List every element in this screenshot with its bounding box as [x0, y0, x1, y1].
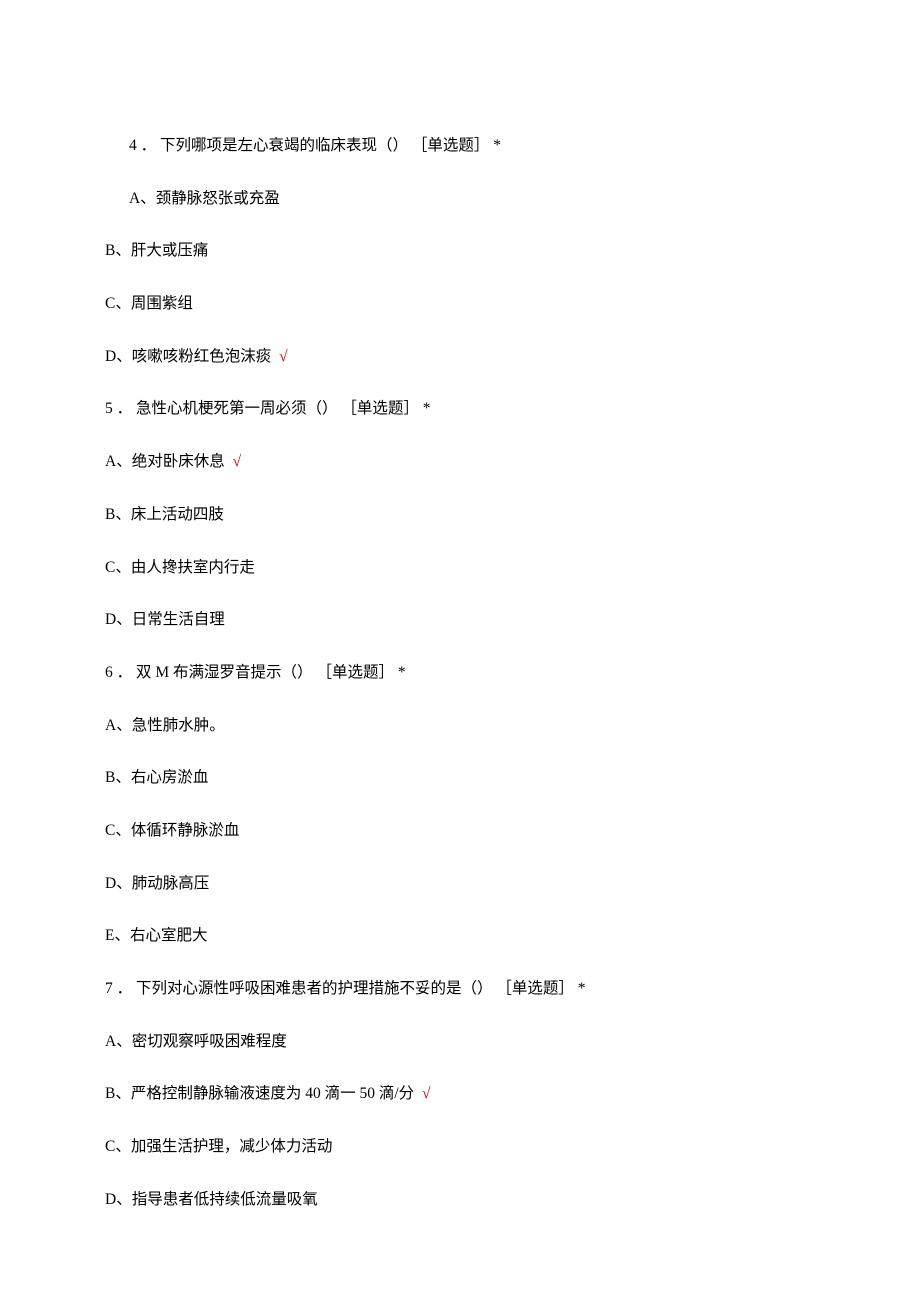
question-type-tag: ［单选题］ [341, 400, 419, 417]
option-6E: E、右心室肥大 [105, 925, 815, 947]
option-6A: A、急性肺水肿。 [105, 715, 815, 737]
option-6D: D、肺动脉高压 [105, 873, 815, 895]
question-type-tag: ［单选题］ [316, 664, 394, 681]
question-number: 4 [129, 137, 137, 154]
question-dot: ． [117, 664, 133, 681]
option-6B: B、右心房淤血 [105, 767, 815, 789]
asterisk: * [398, 664, 406, 681]
option-text: C、加强生活护理，减少体力活动 [105, 1138, 332, 1155]
question-type-tag: ［单选题］ [496, 980, 574, 997]
option-5C: C、由人搀扶室内行走 [105, 557, 815, 579]
question-6-stem: 6 ． 双 M 布满湿罗音提示（） ［单选题］ * [105, 662, 815, 684]
asterisk: * [578, 980, 586, 997]
option-text: B、肝大或压痛 [105, 242, 208, 259]
checkmark-icon: √ [279, 348, 288, 365]
question-text: 下列对心源性呼吸困难患者的护理措施不妥的是（） [136, 980, 493, 997]
question-number: 7 [105, 980, 113, 997]
option-5D: D、日常生活自理 [105, 609, 815, 631]
option-5B: B、床上活动四肢 [105, 504, 815, 526]
option-7D: D、指导患者低持续低流量吸氧 [105, 1189, 815, 1211]
option-text: D、日常生活自理 [105, 611, 225, 628]
checkmark-icon: √ [422, 1085, 431, 1102]
asterisk: * [423, 400, 431, 417]
option-4A: A、颈静脉怒张或充盈 [105, 188, 815, 210]
question-text: 双 M 布满湿罗音提示（） [136, 664, 313, 681]
option-text: A、密切观察呼吸困难程度 [105, 1033, 287, 1050]
asterisk: * [493, 137, 501, 154]
option-text: A、绝对卧床休息 [105, 453, 225, 470]
option-text: A、急性肺水肿。 [105, 717, 225, 734]
option-7B: B、严格控制静脉输液速度为 40 滴一 50 滴/分 √ [105, 1083, 815, 1105]
question-4-stem: 4 ． 下列哪项是左心衰竭的临床表现（） ［单选题］ * [105, 135, 815, 157]
option-text: C、由人搀扶室内行走 [105, 559, 255, 576]
option-4D: D、咳嗽咳粉红色泡沫痰 √ [105, 346, 815, 368]
question-dot: ． [117, 400, 133, 417]
question-text: 急性心机梗死第一周必须（） [136, 400, 338, 417]
question-dot: ． [117, 980, 133, 997]
question-number: 5 [105, 400, 113, 417]
option-text: D、肺动脉高压 [105, 875, 209, 892]
question-number: 6 [105, 664, 113, 681]
option-4B: B、肝大或压痛 [105, 240, 815, 262]
question-type-tag: ［单选题］ [412, 137, 490, 154]
option-text: B、床上活动四肢 [105, 506, 224, 523]
option-6C: C、体循环静脉淤血 [105, 820, 815, 842]
option-7C: C、加强生活护理，减少体力活动 [105, 1136, 815, 1158]
option-text: B、严格控制静脉输液速度为 40 滴一 50 滴/分 [105, 1085, 414, 1102]
option-text: D、咳嗽咳粉红色泡沫痰 [105, 348, 271, 365]
question-text: 下列哪项是左心衰竭的临床表现（） [160, 137, 408, 154]
option-text: A、颈静脉怒张或充盈 [129, 190, 280, 207]
option-text: E、右心室肥大 [105, 927, 207, 944]
option-text: D、指导患者低持续低流量吸氧 [105, 1191, 318, 1208]
question-7-stem: 7 ． 下列对心源性呼吸困难患者的护理措施不妥的是（） ［单选题］ * [105, 978, 815, 1000]
checkmark-icon: √ [233, 453, 242, 470]
option-4C: C、周围紫组 [105, 293, 815, 315]
option-text: C、周围紫组 [105, 295, 193, 312]
option-5A: A、绝对卧床休息 √ [105, 451, 815, 473]
question-5-stem: 5 ． 急性心机梗死第一周必须（） ［单选题］ * [105, 398, 815, 420]
option-7A: A、密切观察呼吸困难程度 [105, 1031, 815, 1053]
question-dot: ． [141, 137, 157, 154]
option-text: B、右心房淤血 [105, 769, 208, 786]
option-text: C、体循环静脉淤血 [105, 822, 239, 839]
